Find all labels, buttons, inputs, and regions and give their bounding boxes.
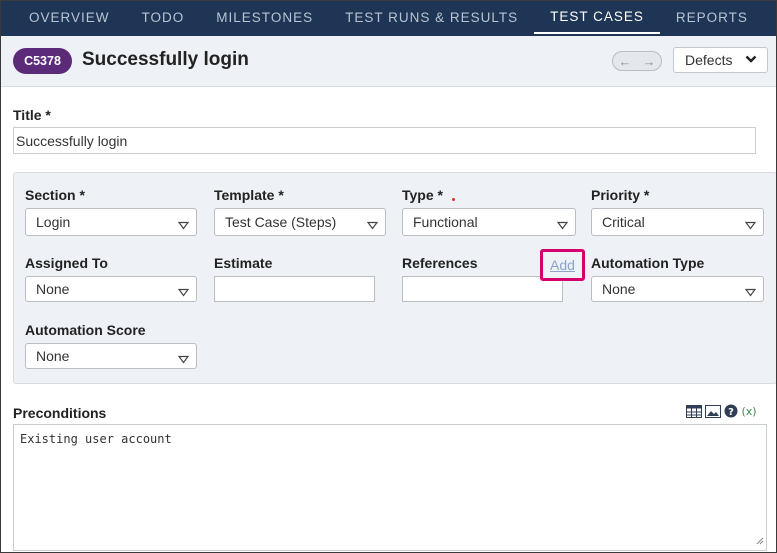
arrow-right-icon[interactable]: → bbox=[643, 54, 656, 69]
automation-type-value: None bbox=[602, 281, 636, 297]
dropdown-triangle-icon bbox=[177, 284, 190, 300]
resize-grip-icon[interactable] bbox=[756, 534, 764, 548]
image-icon[interactable] bbox=[705, 404, 721, 421]
svg-text:?: ? bbox=[728, 407, 734, 418]
references-label: References bbox=[402, 255, 478, 271]
assigned-to-value: None bbox=[36, 281, 70, 297]
help-icon[interactable]: ? bbox=[724, 404, 738, 421]
automation-type-select[interactable]: None bbox=[591, 276, 764, 302]
top-navigation: OVERVIEW TODO MILESTONES TEST RUNS & RES… bbox=[1, 1, 776, 36]
priority-select-value: Critical bbox=[602, 214, 645, 230]
arrow-left-icon[interactable]: ← bbox=[619, 54, 632, 69]
case-title: Successfully login bbox=[82, 49, 249, 70]
automation-score-label: Automation Score bbox=[25, 322, 146, 338]
required-marker bbox=[452, 198, 455, 201]
template-label: Template * bbox=[214, 187, 284, 203]
preconditions-text: Existing user account bbox=[20, 432, 172, 446]
dropdown-triangle-icon bbox=[744, 217, 757, 233]
add-reference-link[interactable]: Add bbox=[540, 249, 585, 281]
automation-type-label: Automation Type bbox=[591, 255, 705, 271]
title-input-value: Successfully login bbox=[16, 132, 128, 149]
tab-milestones[interactable]: MILESTONES bbox=[200, 1, 329, 34]
template-select[interactable]: Test Case (Steps) bbox=[214, 208, 386, 236]
section-select-value: Login bbox=[36, 214, 71, 230]
assigned-to-select[interactable]: None bbox=[25, 276, 197, 302]
table-icon[interactable] bbox=[686, 404, 702, 421]
svg-text:(x): (x) bbox=[741, 405, 756, 418]
dropdown-triangle-icon bbox=[556, 217, 569, 233]
assigned-to-label: Assigned To bbox=[25, 255, 108, 271]
estimate-label: Estimate bbox=[214, 255, 273, 271]
estimate-input[interactable] bbox=[214, 276, 375, 302]
type-label: Type * bbox=[402, 187, 443, 203]
variable-icon[interactable]: (x) bbox=[741, 404, 757, 421]
priority-label: Priority * bbox=[591, 187, 650, 203]
automation-score-select[interactable]: None bbox=[25, 343, 197, 369]
preconditions-label: Preconditions bbox=[13, 405, 107, 421]
tab-reports[interactable]: REPORTS bbox=[660, 1, 764, 34]
automation-score-value: None bbox=[36, 348, 70, 364]
tab-overview[interactable]: OVERVIEW bbox=[13, 1, 126, 34]
dropdown-triangle-icon bbox=[177, 217, 190, 233]
preconditions-editor[interactable]: Existing user account bbox=[13, 424, 767, 551]
chevron-down-icon bbox=[745, 52, 757, 69]
tab-todo[interactable]: TODO bbox=[126, 1, 201, 34]
tab-test-cases[interactable]: TEST CASES bbox=[534, 1, 660, 34]
type-select-value: Functional bbox=[413, 214, 478, 230]
prev-next-navigation[interactable]: ← → bbox=[612, 51, 662, 71]
title-label: Title * bbox=[13, 107, 51, 123]
title-input[interactable]: Successfully login bbox=[13, 127, 756, 154]
defects-dropdown-button[interactable]: Defects bbox=[673, 47, 768, 73]
section-label: Section * bbox=[25, 187, 85, 203]
dropdown-triangle-icon bbox=[366, 217, 379, 233]
section-select[interactable]: Login bbox=[25, 208, 197, 236]
template-select-value: Test Case (Steps) bbox=[225, 214, 337, 230]
case-header: C5378 Successfully login ← → Defects bbox=[1, 36, 776, 87]
editor-toolbar: ? (x) bbox=[686, 404, 757, 421]
tab-test-runs-results[interactable]: TEST RUNS & RESULTS bbox=[329, 1, 534, 34]
dropdown-triangle-icon bbox=[744, 284, 757, 300]
references-input[interactable] bbox=[402, 276, 563, 302]
dropdown-triangle-icon bbox=[177, 351, 190, 367]
defects-label: Defects bbox=[685, 52, 733, 68]
case-id-badge: C5378 bbox=[13, 48, 72, 74]
test-case-edit-window: OVERVIEW TODO MILESTONES TEST RUNS & RES… bbox=[0, 0, 777, 553]
priority-select[interactable]: Critical bbox=[591, 208, 764, 236]
type-select[interactable]: Functional bbox=[402, 208, 576, 236]
